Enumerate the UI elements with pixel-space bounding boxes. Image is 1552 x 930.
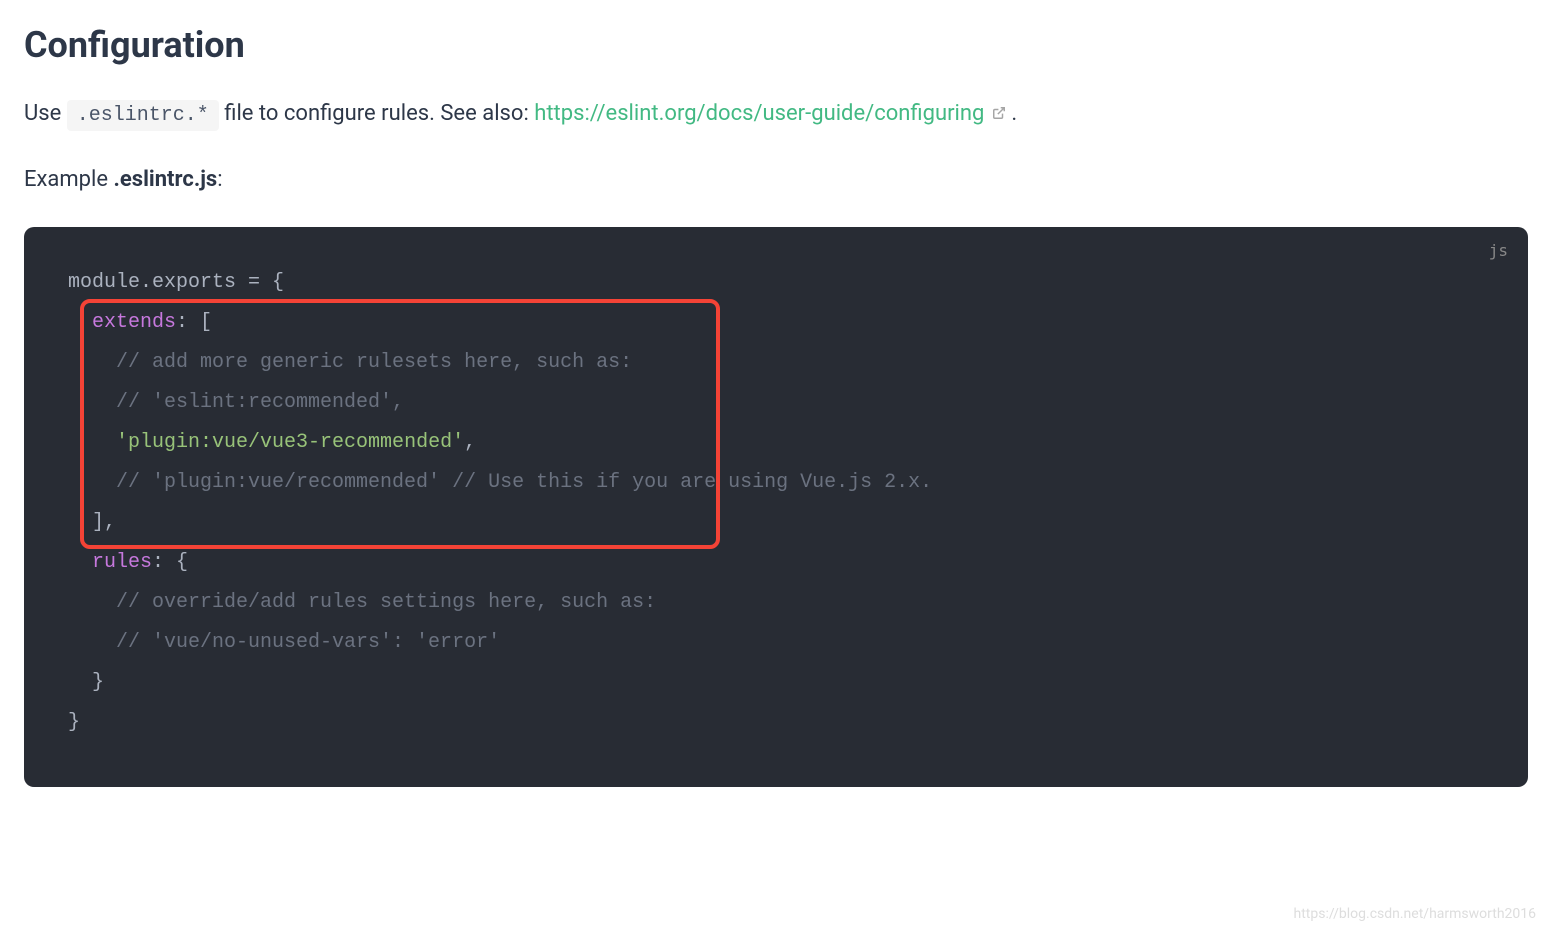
intro-text-middle: file to configure rules. See also:: [224, 101, 534, 126]
code-language-label: js: [1489, 241, 1508, 260]
code-token: }: [68, 671, 104, 694]
code-token: : {: [152, 551, 188, 574]
example-paragraph: Example .eslintrc.js:: [24, 162, 1528, 197]
code-token: // 'plugin:vue/recommended' // Use this …: [68, 471, 932, 494]
code-token: }: [68, 711, 80, 734]
intro-paragraph: Use .eslintrc.* file to configure rules.…: [24, 96, 1528, 132]
code-token: // 'vue/no-unused-vars': 'error': [68, 631, 500, 654]
code-token: [68, 431, 116, 454]
intro-text-prefix: Use: [24, 101, 67, 126]
inline-code-eslintrc: .eslintrc.*: [67, 100, 219, 131]
code-token: ],: [68, 511, 116, 534]
code-token: .: [140, 271, 152, 294]
docs-link-text: https://eslint.org/docs/user-guide/confi…: [534, 101, 984, 126]
code-token: : [: [176, 311, 212, 334]
code-token: module: [68, 271, 140, 294]
code-token: // add more generic rulesets here, such …: [68, 351, 632, 374]
code-token: ,: [464, 431, 476, 454]
external-link-icon: [992, 106, 1006, 120]
code-token: = {: [248, 271, 284, 294]
code-token: exports: [152, 271, 248, 294]
code-content: module.exports = { extends: [ // add mor…: [68, 263, 1484, 743]
docs-link[interactable]: https://eslint.org/docs/user-guide/confi…: [534, 101, 1011, 126]
example-filename: .eslintrc.js: [114, 167, 218, 192]
example-prefix: Example: [24, 167, 114, 192]
watermark: https://blog.csdn.net/harmsworth2016: [1294, 906, 1536, 922]
code-block: js module.exports = { extends: [ // add …: [24, 227, 1528, 787]
code-token: // 'eslint:recommended',: [68, 391, 404, 414]
code-token: // override/add rules settings here, suc…: [68, 591, 656, 614]
code-token: 'plugin:vue/vue3-recommended': [116, 431, 464, 454]
code-token: rules: [68, 551, 152, 574]
code-token: extends: [68, 311, 176, 334]
example-suffix: :: [217, 167, 222, 192]
intro-text-suffix: .: [1011, 101, 1017, 126]
section-heading: Configuration: [24, 24, 1528, 66]
